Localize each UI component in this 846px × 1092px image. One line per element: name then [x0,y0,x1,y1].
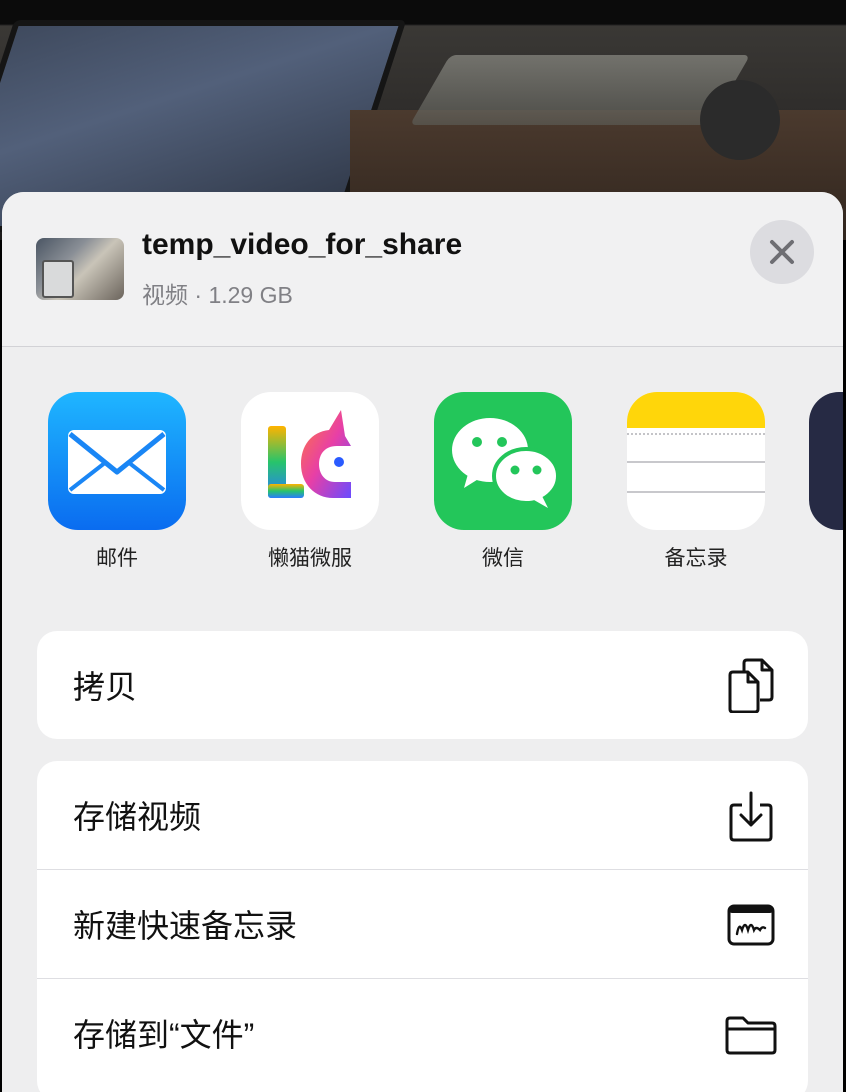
video-thumbnail [36,238,124,300]
lanmao-icon [241,392,379,530]
share-sheet: temp_video_for_share 视频 · 1.29 GB 邮件 懒猫微… [2,192,843,1092]
new-quick-note-action[interactable]: 新建快速备忘录 [37,869,808,978]
action-label: 存储到“文件” [73,1017,255,1053]
app-wechat[interactable]: 微信 [423,392,583,572]
app-label: 懒猫微服 [268,547,352,570]
close-icon [770,240,794,264]
app-label: 微信 [482,547,524,570]
app-lanmao[interactable]: 懒猫微服 [230,392,390,572]
action-group-primary: 拷贝 [37,631,808,739]
wechat-icon [434,392,572,530]
app-label: 邮件 [96,547,138,570]
app-notes[interactable]: 备忘录 [616,392,776,572]
header-divider [2,346,843,347]
file-meta: 视频 · 1.29 GB [142,282,293,308]
app-label: 备忘录 [664,547,728,570]
app-mail[interactable]: 邮件 [37,392,197,572]
file-title: temp_video_for_share [142,228,463,261]
copy-icon [728,658,774,713]
notes-icon [627,392,765,530]
folder-icon [725,1016,777,1055]
download-icon [729,791,773,842]
app-partial[interactable] [809,392,843,530]
app-row: 邮件 懒猫微服 微信 备忘录 [2,392,843,582]
save-video-action[interactable]: 存储视频 [37,761,808,869]
app-partial-icon [809,392,843,530]
share-header: temp_video_for_share 视频 · 1.29 GB [2,192,843,347]
save-to-files-action[interactable]: 存储到“文件” [37,978,808,1087]
action-label: 拷贝 [73,669,138,705]
keyboard-image [409,55,751,125]
close-button[interactable] [750,220,814,284]
action-label: 存储视频 [73,799,202,835]
action-label: 新建快速备忘录 [73,908,298,944]
thumbnail-device [42,260,74,298]
copy-action[interactable]: 拷贝 [37,631,808,739]
cup-image [700,80,780,160]
quick-note-icon [727,904,775,946]
mail-icon [48,392,186,530]
action-group-secondary: 存储视频 新建快速备忘录 存储到“文件” [37,761,808,1092]
